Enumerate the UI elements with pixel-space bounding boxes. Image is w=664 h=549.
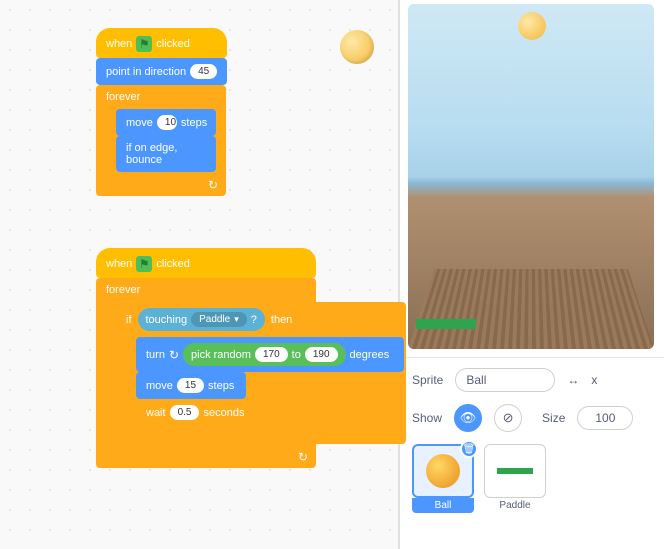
block-label: forever xyxy=(106,284,140,296)
green-flag-icon xyxy=(136,36,152,52)
sprite-list: 🗑 Ball Paddle xyxy=(412,444,652,513)
hat-text: when xyxy=(106,258,132,270)
block-label: forever xyxy=(106,91,140,103)
x-label: x xyxy=(591,373,597,387)
ball-sprite-on-canvas[interactable] xyxy=(340,30,374,64)
block-label: wait xyxy=(146,407,166,419)
stage[interactable] xyxy=(408,4,654,349)
script-2[interactable]: when clicked forever if touching Paddle xyxy=(96,248,316,468)
turn-degrees-block[interactable]: turn pick random 170 to 190 degrees xyxy=(136,337,404,372)
code-workspace[interactable]: when clicked point in direction 45 forev… xyxy=(0,0,400,549)
touching-dropdown[interactable]: Paddle xyxy=(191,312,247,327)
block-label: then xyxy=(271,314,292,326)
block-label: point in direction xyxy=(106,66,186,78)
point-direction-block[interactable]: point in direction 45 xyxy=(96,58,227,85)
sprite-label: Sprite xyxy=(412,373,443,387)
block-label: pick random xyxy=(191,349,251,361)
sprite-name-input[interactable]: Ball xyxy=(455,368,555,392)
random-lo-input[interactable]: 170 xyxy=(255,347,288,362)
steps-input[interactable]: 10 xyxy=(157,115,177,130)
x-direction-icon: ↔ xyxy=(567,373,579,387)
block-label: steps xyxy=(208,380,234,392)
when-flag-clicked-block[interactable]: when clicked xyxy=(96,28,227,58)
show-label: Show xyxy=(412,411,442,425)
wait-input[interactable]: 0.5 xyxy=(170,405,200,420)
block-label: ? xyxy=(251,314,257,326)
thumb-label: Ball xyxy=(412,498,474,513)
block-label: degrees xyxy=(350,349,390,361)
show-hidden-button[interactable]: ⊘ xyxy=(494,404,522,432)
ball-on-stage[interactable] xyxy=(518,12,546,40)
block-label: steps xyxy=(181,117,207,129)
block-label: if on edge, bounce xyxy=(126,142,206,166)
sprite-info-panel: Sprite Ball ↔ x Show 👁 ⊘ Size 100 🗑 xyxy=(400,357,664,549)
when-flag-clicked-block[interactable]: when clicked xyxy=(96,248,316,278)
block-label: if xyxy=(126,314,132,326)
ball-icon xyxy=(426,454,460,488)
random-hi-input[interactable]: 190 xyxy=(305,347,338,362)
loop-arrow-icon xyxy=(208,178,218,192)
eye-icon: 👁 xyxy=(460,410,477,426)
show-visible-button[interactable]: 👁 xyxy=(454,404,482,432)
paddle-icon xyxy=(497,468,533,474)
hat-text: clicked xyxy=(156,38,190,50)
delete-sprite-button[interactable]: 🗑 xyxy=(460,440,478,458)
bounce-block[interactable]: if on edge, bounce xyxy=(116,136,216,172)
size-input[interactable]: 100 xyxy=(577,406,633,430)
rotate-cw-icon xyxy=(169,348,179,362)
pick-random-block[interactable]: pick random 170 to 190 xyxy=(183,343,345,366)
block-label: seconds xyxy=(203,407,244,419)
hat-text: clicked xyxy=(156,258,190,270)
direction-input[interactable]: 45 xyxy=(190,64,217,79)
loop-arrow-icon xyxy=(298,450,308,464)
size-label: Size xyxy=(542,411,565,425)
stage-backdrop xyxy=(408,269,654,349)
eye-off-icon: ⊘ xyxy=(503,410,514,426)
move-steps-block[interactable]: move 15 steps xyxy=(136,372,246,399)
sprite-thumb-ball[interactable]: 🗑 Ball xyxy=(412,444,474,513)
thumb-label: Paddle xyxy=(484,498,546,513)
paddle-on-stage[interactable] xyxy=(416,319,476,329)
touching-block[interactable]: touching Paddle ? xyxy=(138,308,265,331)
block-label: touching xyxy=(146,314,188,326)
script-1[interactable]: when clicked point in direction 45 forev… xyxy=(96,28,227,196)
green-flag-icon xyxy=(136,256,152,272)
forever-block[interactable]: forever move 10 steps if on edge, bounce xyxy=(96,85,226,196)
move-steps-block[interactable]: move 10 steps xyxy=(116,109,216,136)
hat-text: when xyxy=(106,38,132,50)
block-label: move xyxy=(146,380,173,392)
stage-and-sprite-panel: Sprite Ball ↔ x Show 👁 ⊘ Size 100 🗑 xyxy=(400,0,664,549)
block-label: to xyxy=(292,349,301,361)
block-label: move xyxy=(126,117,153,129)
chevron-down-icon xyxy=(234,314,239,325)
sprite-thumb-paddle[interactable]: Paddle xyxy=(484,444,546,513)
block-label: turn xyxy=(146,349,165,361)
wait-block[interactable]: wait 0.5 seconds xyxy=(136,399,256,426)
forever-block[interactable]: forever if touching Paddle ? the xyxy=(96,278,316,468)
if-then-block[interactable]: if touching Paddle ? then xyxy=(116,302,406,444)
trash-icon: 🗑 xyxy=(463,444,476,455)
steps-input[interactable]: 15 xyxy=(177,378,204,393)
dropdown-value: Paddle xyxy=(199,314,230,325)
